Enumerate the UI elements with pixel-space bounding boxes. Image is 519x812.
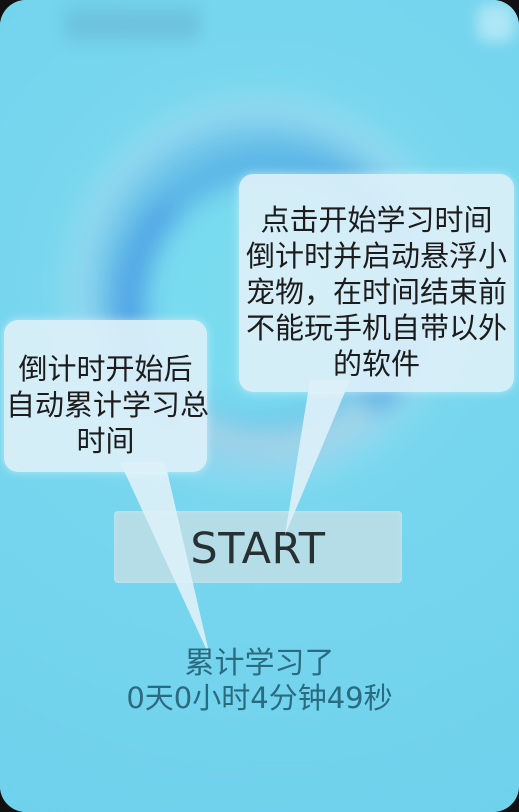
start-button[interactable]: START — [114, 511, 402, 583]
tip-bubble-start-text: 点击开始学习时间 倒计时并启动悬浮小 宠物，在时间结束前 不能玩手机自带以外 的… — [239, 202, 514, 382]
tip-line: 时间 — [76, 424, 135, 458]
blurred-title — [65, 7, 200, 41]
tip-bubble-total: 倒计时开始后 自动累计学习总 时间 — [4, 320, 210, 472]
tip-line: 不能玩手机自带以外 — [245, 311, 507, 345]
tip-line: 宠物，在时间结束前 — [245, 275, 507, 309]
tip-line: 倒计时开始后 — [18, 352, 193, 386]
tip-line: 的软件 — [332, 347, 420, 381]
tip-line: 自动累计学习总 — [6, 388, 210, 422]
tip-line: 倒计时并启动悬浮小 — [245, 239, 507, 273]
blurred-corner-icon — [477, 4, 515, 42]
total-study-time: 0天0小时4分钟49秒 — [126, 681, 393, 715]
app-screen: START 点击开始学习时间 倒计时并启动悬浮小 宠物，在时间结束前 不能玩手机… — [0, 0, 519, 812]
tip-bubble-start: 点击开始学习时间 倒计时并启动悬浮小 宠物，在时间结束前 不能玩手机自带以外 的… — [239, 174, 514, 392]
start-button-label: START — [190, 524, 326, 574]
tip-bubble-total-text: 倒计时开始后 自动累计学习总 时间 — [4, 351, 210, 459]
tip-line: 点击开始学习时间 — [260, 203, 493, 237]
